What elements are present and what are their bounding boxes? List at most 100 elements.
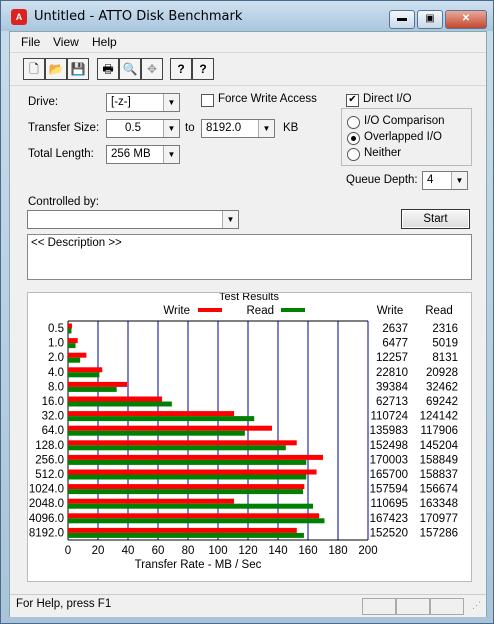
read-bar [68,489,304,495]
write-value: 170003 [370,454,408,466]
x-tick-label: 120 [238,545,257,557]
read-value: 158837 [420,469,458,481]
status-text: For Help, press F1 [16,598,112,610]
read-value: 8131 [432,352,458,364]
write-bar [68,425,272,431]
category-label: 4.0 [48,367,64,379]
close-button[interactable]: ✕ [445,10,487,29]
resize-grip-icon[interactable]: ⋰ [472,600,481,611]
maximize-button[interactable]: ▣ [417,10,443,29]
window-title: Untitled - ATTO Disk Benchmark [34,9,243,24]
write-bar [68,323,72,329]
write-bar [68,381,128,387]
print-preview-icon[interactable]: 🔍 [119,58,141,80]
x-tick-label: 100 [208,545,227,557]
x-tick-label: 40 [122,545,135,557]
x-tick-label: 160 [298,545,317,557]
write-bar [68,527,297,533]
write-value: 110724 [370,411,408,423]
legend-write-label: Write [163,305,190,317]
x-axis-label: Transfer Rate - MB / Sec [135,559,262,571]
controlled-by-select[interactable]: ▼ [27,210,239,229]
menu-help[interactable]: Help [92,35,117,49]
write-value: 135983 [370,425,408,437]
read-bar [68,532,304,538]
write-value: 157594 [370,484,409,496]
read-bar [68,386,117,392]
read-value: 69242 [426,396,458,408]
category-label: 1.0 [48,338,64,350]
chevron-down-icon[interactable]: ▼ [163,146,179,163]
total-length-select[interactable]: 256 MB ▼ [106,145,180,164]
move-icon[interactable]: ✥ [141,58,163,80]
help-icon[interactable]: ? [170,58,192,80]
chevron-down-icon[interactable]: ▼ [163,94,179,111]
atto-app-icon[interactable]: A [11,9,27,25]
start-button[interactable]: Start [401,209,470,229]
open-folder-icon[interactable]: 📂 [45,58,67,80]
neither-radio[interactable] [347,148,360,161]
write-value: 167423 [370,513,408,525]
print-icon[interactable]: 🖶 [97,58,119,80]
write-bar [68,440,297,446]
read-value: 157286 [420,527,458,539]
read-value: 158849 [420,454,458,466]
title-bar[interactable]: A Untitled - ATTO Disk Benchmark ▬ ▣ ✕ [1,1,493,31]
toolbar: 🗋 📂 💾 🖶 🔍 ✥ ? ? [10,52,486,86]
x-tick-label: 140 [268,545,287,557]
status-bar: For Help, press F1 ⋰ [10,594,486,617]
read-value: 5019 [432,338,458,350]
transfer-rate-chart: Test Results Write Read Write Read 0 20 40 60 80 1… [29,291,459,571]
write-bar [68,352,87,358]
force-write-access-label: Force Write Access [218,93,317,105]
category-label: 8.0 [48,381,64,393]
chevron-down-icon[interactable]: ▼ [222,211,238,228]
legend-write-swatch [198,308,222,312]
read-bar [68,459,307,465]
chevron-down-icon[interactable]: ▼ [163,120,179,137]
overlapped-io-radio[interactable] [347,132,360,145]
category-label: 64.0 [42,425,64,437]
total-length-label: Total Length: [28,148,94,160]
overlapped-io-label: Overlapped I/O [364,131,442,143]
minimize-button[interactable]: ▬ [389,10,415,29]
context-help-icon[interactable]: ? [192,58,214,80]
transfer-size-label: Transfer Size: [28,122,100,134]
write-bar [68,454,324,460]
category-label: 256.0 [35,454,64,466]
legend-read-swatch [281,308,305,312]
force-write-access-checkbox[interactable] [201,94,214,107]
direct-io-checkbox[interactable]: ✔ [346,94,359,107]
x-tick-label: 180 [328,545,347,557]
queue-depth-select[interactable]: 4 ▼ [422,171,468,190]
test-results-title: Test Results [219,293,279,303]
description-field[interactable]: << Description >> [27,234,472,280]
write-bar [68,484,305,490]
transfer-size-to-select[interactable]: 8192.0 ▼ [201,119,275,138]
transfer-from-value: 0.5 [125,122,141,134]
save-icon[interactable]: 💾 [67,58,89,80]
read-value: 170977 [420,513,458,525]
read-value: 20928 [426,367,458,379]
legend-read-label: Read [247,305,275,317]
menu-view[interactable]: View [53,35,79,49]
transfer-size-from-select[interactable]: 0.5 ▼ [106,119,180,138]
queue-depth-value: 4 [427,174,434,186]
client-area: File View Help 🗋 📂 💾 🖶 🔍 ✥ ? ? Drive: [-… [9,31,487,617]
write-value: 2637 [382,323,408,335]
new-file-icon[interactable]: 🗋 [23,58,45,80]
write-value: 6477 [382,338,408,350]
write-bar [68,469,317,475]
chevron-down-icon[interactable]: ▼ [451,172,467,189]
menu-file[interactable]: File [21,35,40,49]
chevron-down-icon[interactable]: ▼ [258,120,274,137]
read-bar [68,518,325,524]
status-panel-2 [396,598,430,615]
neither-label: Neither [364,147,402,159]
io-comparison-radio[interactable] [347,116,360,129]
read-value: 163348 [420,498,458,510]
read-bar [68,372,100,378]
drive-select[interactable]: [-z-] ▼ [106,93,180,112]
drive-label: Drive: [28,96,59,108]
total-length-value: 256 MB [111,148,151,160]
